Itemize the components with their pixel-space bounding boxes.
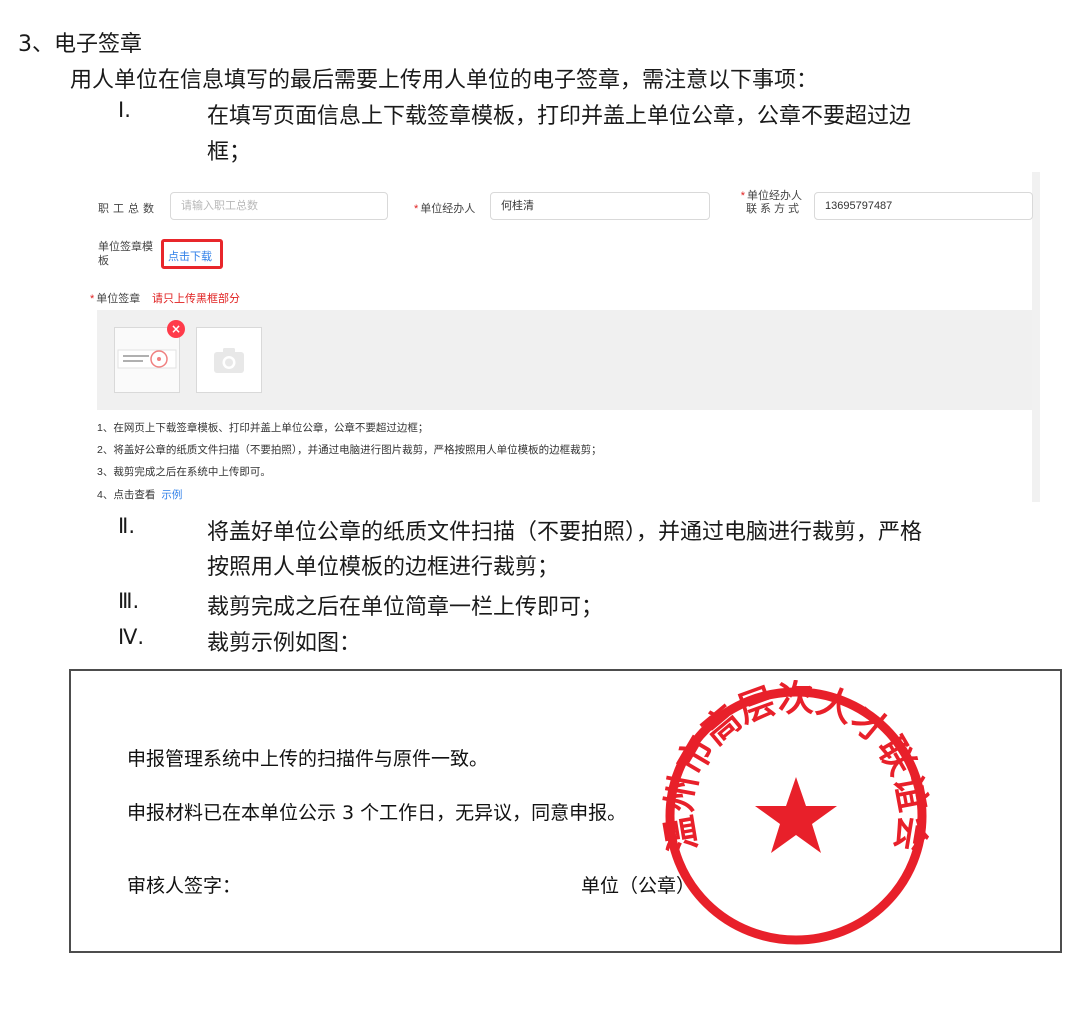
item-1-line-1: 在填写页面信息上下载签章模板，打印并盖上单位公章，公章不要超过边 bbox=[207, 104, 912, 129]
uploaded-seal-thumbnail[interactable] bbox=[114, 327, 180, 393]
contact-input[interactable]: 13695797487 bbox=[814, 192, 1033, 220]
note-1: 1、在网页上下载签章模板、打印并盖上单位公章，公章不要超过边框； bbox=[97, 422, 429, 434]
form-screenshot: 职工总数 请输入职工总数 * 单位经办人 何桂清 * 单位经办人 联系方式 1369… bbox=[70, 172, 1040, 502]
sample-line-2: 申报材料已在本单位公示 3 个工作日，无异议，同意申报。 bbox=[127, 802, 627, 824]
item-2-number: Ⅱ. bbox=[118, 514, 136, 538]
item-2-line-2: 按照用人单位模板的边框进行裁剪； bbox=[207, 555, 560, 580]
note-2: 2、将盖好公章的纸质文件扫描（不要拍照），并通过电脑进行图片裁剪，严格按照用人单… bbox=[97, 444, 602, 456]
note-4: 4、点击查看 示例 bbox=[97, 489, 183, 501]
star-icon bbox=[755, 777, 837, 853]
template-label: 单位签章模 板 bbox=[98, 241, 153, 267]
section-title: 3、电子签章 bbox=[18, 32, 142, 57]
close-icon[interactable]: × bbox=[167, 320, 185, 338]
camera-icon bbox=[214, 348, 244, 373]
item-3-number: Ⅲ. bbox=[118, 589, 140, 613]
example-link[interactable]: 示例 bbox=[161, 489, 182, 501]
item-4-line-1: 裁剪示例如图： bbox=[207, 631, 362, 656]
intro-paragraph: 用人单位在信息填写的最后需要上传用人单位的电子签章，需注意以下事项： bbox=[70, 68, 819, 93]
reviewer-signature-label: 审核人签字： bbox=[127, 875, 242, 897]
upload-button[interactable] bbox=[196, 327, 262, 393]
thumbnail-image bbox=[117, 349, 177, 369]
staff-total-input[interactable]: 请输入职工总数 bbox=[170, 192, 388, 220]
item-3-line-1: 裁剪完成之后在单位简章一栏上传即可； bbox=[207, 595, 604, 620]
official-seal: 温州市高层次人才联谊会 bbox=[659, 680, 933, 945]
item-1-line-2: 框； bbox=[207, 140, 252, 165]
item-1-number: Ⅰ. bbox=[118, 98, 131, 122]
download-template-link[interactable]: 点击下载 bbox=[168, 248, 212, 264]
scroll-edge bbox=[1032, 172, 1040, 502]
contact-label: * 单位经办人 联系方式 bbox=[740, 190, 802, 215]
handler-label: * 单位经办人 bbox=[414, 203, 476, 215]
item-4-number: Ⅳ. bbox=[118, 625, 145, 649]
item-2-line-1: 将盖好单位公章的纸质文件扫描（不要拍照），并通过电脑进行裁剪，严格 bbox=[207, 520, 923, 545]
sample-line-1: 申报管理系统中上传的扫描件与原件一致。 bbox=[127, 748, 489, 770]
staff-total-label: 职工总数 bbox=[98, 203, 158, 215]
seal-hint: 请只上传黑框部分 bbox=[152, 293, 240, 305]
note-3: 3、裁剪完成之后在系统中上传即可。 bbox=[97, 466, 271, 478]
handler-input[interactable]: 何桂清 bbox=[490, 192, 710, 220]
seal-label: * 单位签章 bbox=[90, 293, 141, 305]
